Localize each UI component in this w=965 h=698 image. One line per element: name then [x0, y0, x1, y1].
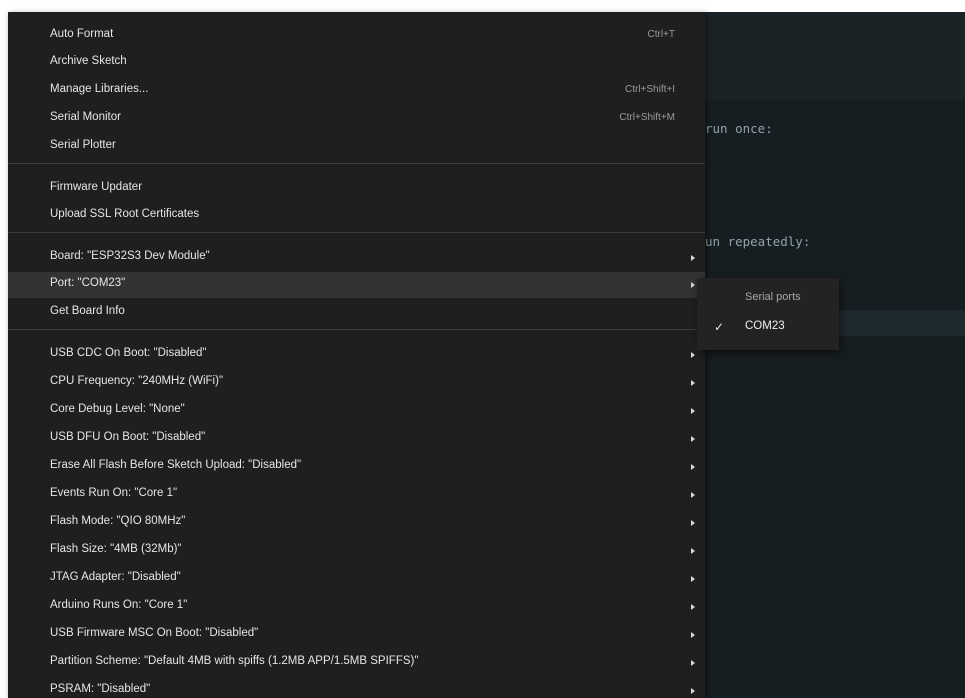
menu-item-archive-sketch[interactable]: Archive Sketch: [8, 50, 705, 76]
menu-item-label: Flash Mode: "QIO 80MHz": [50, 515, 186, 527]
menu-separator: [8, 232, 705, 233]
menu-item-shortcut: Ctrl+Shift+M: [619, 112, 675, 123]
submenu-arrow-icon: [691, 255, 695, 261]
menu-separator: [8, 329, 705, 330]
tools-menu: Auto Format Ctrl+T Archive Sketch Manage Li…: [8, 12, 705, 698]
menu-item-upload-ssl-root-certificates[interactable]: Upload SSL Root Certificates: [8, 203, 705, 229]
menu-item-serial-plotter[interactable]: Serial Plotter: [8, 134, 705, 160]
menu-item-board-esp32s3-dev-module[interactable]: Board: "ESP32S3 Dev Module": [8, 245, 705, 271]
menu-item-jtag-adapter-disabled[interactable]: JTAG Adapter: "Disabled": [8, 566, 705, 592]
menu-item-label: Port: "COM23": [50, 277, 126, 289]
menu-item-label: PSRAM: "Disabled": [50, 683, 151, 695]
menu-item-psram-disabled[interactable]: PSRAM: "Disabled": [8, 678, 705, 698]
menu-item-firmware-updater[interactable]: Firmware Updater: [8, 176, 705, 202]
menu-item-label: Partition Scheme: "Default 4MB with spif…: [50, 655, 419, 667]
submenu-arrow-icon: [691, 548, 695, 554]
menu-item-label: Core Debug Level: "None": [50, 403, 185, 415]
menu-item-flash-mode-qio-80mhz[interactable]: Flash Mode: "QIO 80MHz": [8, 510, 705, 536]
menu-item-label: USB DFU On Boot: "Disabled": [50, 431, 206, 443]
submenu-arrow-icon: [691, 408, 695, 414]
menu-item-auto-format[interactable]: Auto Format Ctrl+T: [8, 23, 705, 49]
port-submenu: Serial ports ✓ COM23: [697, 278, 839, 350]
menu-item-label: USB CDC On Boot: "Disabled": [50, 347, 207, 359]
submenu-arrow-icon: [691, 688, 695, 694]
submenu-arrow-icon: [691, 282, 695, 288]
menu-separator: [8, 163, 705, 164]
menu-item-manage-libraries[interactable]: Manage Libraries... Ctrl+Shift+I: [8, 78, 705, 104]
port-option-label: COM23: [745, 320, 785, 332]
port-option-com23[interactable]: ✓ COM23: [697, 315, 839, 339]
submenu-arrow-icon: [691, 576, 695, 582]
menu-item-core-debug-level-none[interactable]: Core Debug Level: "None": [8, 398, 705, 424]
submenu-arrow-icon: [691, 604, 695, 610]
menu-item-label: Auto Format: [50, 28, 114, 40]
menu-item-shortcut: Ctrl+Shift+I: [624, 84, 675, 95]
submenu-arrow-icon: [691, 632, 695, 638]
menu-item-cpu-frequency-240mhz-wifi[interactable]: CPU Frequency: "240MHz (WiFi)": [8, 370, 705, 396]
menu-item-label: USB Firmware MSC On Boot: "Disabled": [50, 627, 259, 639]
check-icon: ✓: [714, 320, 725, 334]
menu-item-get-board-info[interactable]: Get Board Info: [8, 300, 705, 326]
menu-item-events-run-on-core-1[interactable]: Events Run On: "Core 1": [8, 482, 705, 508]
menu-item-label: Erase All Flash Before Sketch Upload: "D…: [50, 459, 302, 471]
menu-item-port-com23[interactable]: Port: "COM23": [8, 272, 705, 298]
menu-item-label: Serial Monitor: [50, 111, 121, 123]
menu-item-label: Flash Size: "4MB (32Mb)": [50, 543, 182, 555]
menu-item-usb-dfu-on-boot-disabled[interactable]: USB DFU On Boot: "Disabled": [8, 426, 705, 452]
serial-ports-header: Serial ports: [745, 291, 801, 303]
menu-item-partition-scheme-default-4mb-with-spiffs-1-2mb-app-1-5mb-spiffs[interactable]: Partition Scheme: "Default 4MB with spif…: [8, 650, 705, 676]
menu-item-label: Events Run On: "Core 1": [50, 487, 178, 499]
menu-item-usb-firmware-msc-on-boot-disabled[interactable]: USB Firmware MSC On Boot: "Disabled": [8, 622, 705, 648]
menu-item-label: Archive Sketch: [50, 55, 127, 67]
submenu-arrow-icon: [691, 660, 695, 666]
menu-item-label: Get Board Info: [50, 305, 125, 317]
menu-item-label: Manage Libraries...: [50, 83, 149, 95]
menu-item-serial-monitor[interactable]: Serial Monitor Ctrl+Shift+M: [8, 106, 705, 132]
menu-item-usb-cdc-on-boot-disabled[interactable]: USB CDC On Boot: "Disabled": [8, 342, 705, 368]
menu-item-label: CPU Frequency: "240MHz (WiFi)": [50, 375, 224, 387]
submenu-arrow-icon: [691, 520, 695, 526]
code-comment-loop: un repeatedly:: [705, 234, 811, 249]
submenu-arrow-icon: [691, 380, 695, 386]
submenu-arrow-icon: [691, 352, 695, 358]
menu-item-label: Board: "ESP32S3 Dev Module": [50, 250, 210, 262]
submenu-arrow-icon: [691, 464, 695, 470]
menu-item-label: Serial Plotter: [50, 139, 116, 151]
menu-item-label: JTAG Adapter: "Disabled": [50, 571, 181, 583]
menu-item-label: Firmware Updater: [50, 181, 143, 193]
menu-item-shortcut: Ctrl+T: [647, 29, 676, 40]
submenu-arrow-icon: [691, 492, 695, 498]
menu-item-label: Arduino Runs On: "Core 1": [50, 599, 188, 611]
menu-item-erase-all-flash-before-sketch-upload-disabled[interactable]: Erase All Flash Before Sketch Upload: "D…: [8, 454, 705, 480]
menu-item-flash-size-4mb-32mb[interactable]: Flash Size: "4MB (32Mb)": [8, 538, 705, 564]
menu-item-label: Upload SSL Root Certificates: [50, 208, 200, 220]
submenu-arrow-icon: [691, 436, 695, 442]
code-comment-setup: run once:: [705, 121, 773, 136]
screen: run once: un repeatedly: Auto Format Ctrl…: [0, 0, 965, 698]
menu-item-arduino-runs-on-core-1[interactable]: Arduino Runs On: "Core 1": [8, 594, 705, 620]
